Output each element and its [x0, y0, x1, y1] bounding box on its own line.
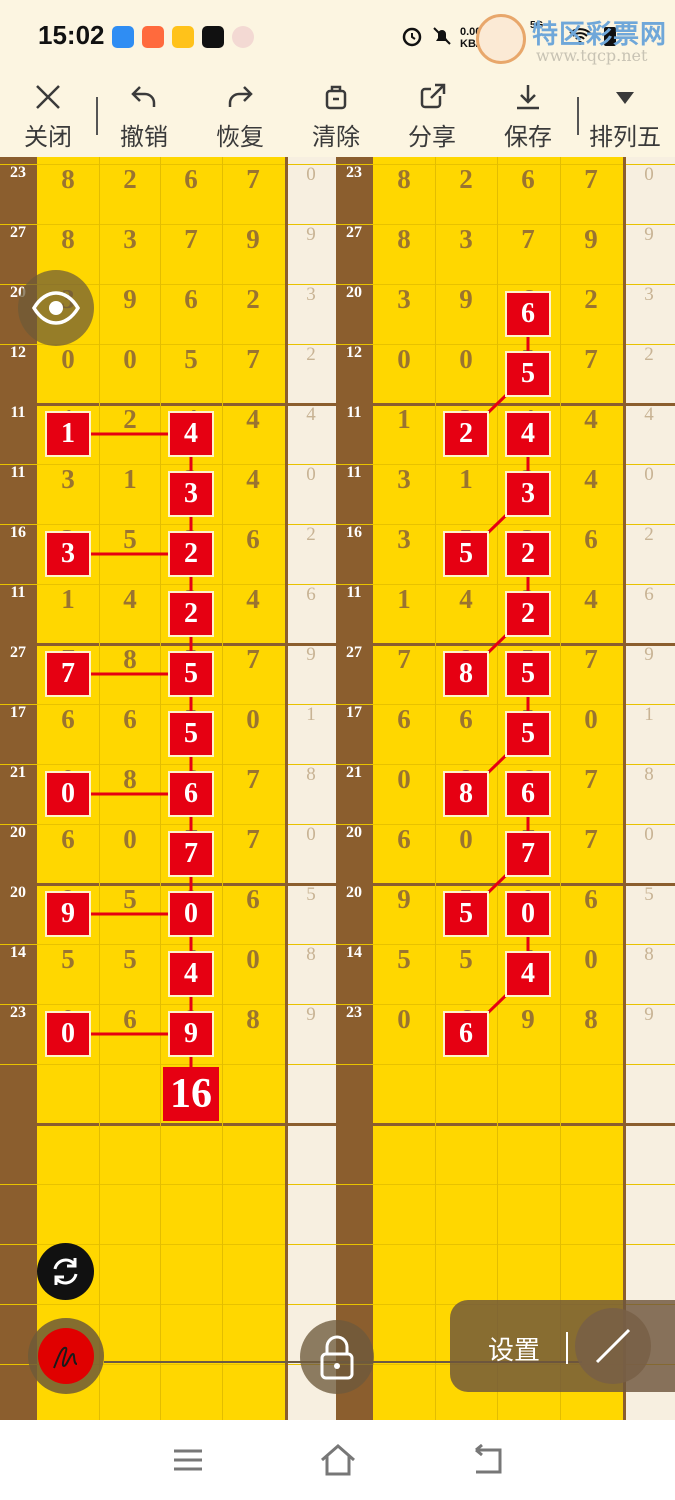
- close-label: 关闭: [24, 123, 72, 151]
- system-nav-bar: [0, 1420, 675, 1500]
- yellow-app-icon: [172, 26, 194, 48]
- left-highlighted-digit: 1: [45, 411, 91, 457]
- eye-icon: [31, 291, 81, 325]
- caret-down-icon: [616, 92, 634, 104]
- right-highlighted-digit: 3: [505, 471, 551, 517]
- watermark: 特区彩票网 www.tqcp.net: [472, 10, 672, 68]
- watermark-logo: [476, 14, 526, 64]
- left-highlighted-digit: 2: [168, 591, 214, 637]
- save-label: 保存: [504, 123, 552, 151]
- pen-button-core: [38, 1328, 94, 1384]
- left-highlighted-digit: 7: [168, 831, 214, 877]
- right-highlighted-digit: 6: [505, 771, 551, 817]
- save-button[interactable]: 保存: [488, 81, 568, 153]
- clear-label: 清除: [312, 123, 360, 151]
- left-highlighted-digit: 4: [168, 411, 214, 457]
- share-label: 分享: [408, 123, 456, 151]
- left-highlighted-digit: 2: [168, 531, 214, 577]
- right-highlighted-digit: 8: [443, 651, 489, 697]
- right-highlighted-digit: 7: [505, 831, 551, 877]
- line-tool-button[interactable]: [575, 1308, 651, 1384]
- alarm-icon: [402, 27, 422, 47]
- left-highlighted-digit: 4: [168, 951, 214, 997]
- left-highlighted-digit: 5: [168, 651, 214, 697]
- status-bar: 15:02 0.00 KB/s 5G 5G 特区彩票网 www.tqcp.net: [0, 0, 675, 75]
- lottery-type-dropdown[interactable]: 排列五: [585, 81, 665, 153]
- right-highlighted-digit: 0: [505, 891, 551, 937]
- link-lines: [68, 314, 530, 1069]
- redo-icon: [228, 86, 253, 107]
- left-highlighted-digit: 0: [168, 891, 214, 937]
- refresh-button[interactable]: [37, 1243, 94, 1300]
- right-highlighted-digit: 2: [505, 591, 551, 637]
- left-highlighted-digit: 0: [45, 771, 91, 817]
- refresh-icon: [53, 1258, 78, 1285]
- right-highlighted-digit: 6: [505, 291, 551, 337]
- left-highlighted-digit: 9: [168, 1011, 214, 1057]
- undo-label: 撤销: [120, 123, 168, 151]
- share-icon: [420, 83, 446, 109]
- right-highlighted-digit: 5: [505, 711, 551, 757]
- right-highlighted-digit: 5: [505, 351, 551, 397]
- left-highlighted-digit: 7: [45, 651, 91, 697]
- left-highlighted-digit: 3: [45, 531, 91, 577]
- bell-off-icon: [433, 27, 451, 45]
- right-highlighted-digit: 2: [443, 411, 489, 457]
- right-highlighted-digit: 6: [443, 1011, 489, 1057]
- sum-badge: 16: [163, 1067, 219, 1121]
- undo-icon: [131, 86, 156, 107]
- left-highlighted-digit: 9: [45, 891, 91, 937]
- download-icon: [517, 85, 539, 110]
- back-icon[interactable]: [468, 1442, 508, 1478]
- right-highlighted-digit: 4: [505, 951, 551, 997]
- eye-toggle-button[interactable]: [18, 270, 94, 346]
- right-highlighted-digit: 5: [443, 891, 489, 937]
- clear-button[interactable]: 清除: [296, 81, 376, 153]
- redo-label: 恢复: [216, 123, 264, 151]
- settings-label[interactable]: 设置: [488, 1330, 540, 1367]
- toolbar-divider: [577, 97, 579, 135]
- lock-icon: [320, 1335, 354, 1380]
- trend-board[interactable]: 2382670238267027837992783799203962320396…: [0, 157, 675, 1425]
- right-highlighted-digit: 5: [505, 651, 551, 697]
- right-highlighted-digit: 4: [505, 411, 551, 457]
- avatar-app-icon: [232, 26, 254, 48]
- share-button[interactable]: 分享: [392, 81, 472, 153]
- lottery-type-label: 排列五: [589, 123, 661, 151]
- left-highlighted-digit: 0: [45, 1011, 91, 1057]
- close-button[interactable]: 关闭: [8, 81, 88, 153]
- pen-button[interactable]: [28, 1318, 104, 1394]
- status-time: 15:02: [38, 20, 105, 50]
- left-highlighted-digit: 3: [168, 471, 214, 517]
- settings-divider: [566, 1332, 568, 1364]
- right-highlighted-digit: 8: [443, 771, 489, 817]
- undo-button[interactable]: 撤销: [104, 81, 184, 153]
- trash-icon: [325, 85, 347, 110]
- line-tool-icon: [595, 1328, 631, 1364]
- right-highlighted-digit: 5: [443, 531, 489, 577]
- pen-icon: [53, 1346, 78, 1369]
- watermark-url: www.tqcp.net: [536, 46, 648, 65]
- tiktok-icon: [202, 26, 224, 48]
- menu-icon[interactable]: [170, 1445, 206, 1475]
- redo-button[interactable]: 恢复: [200, 81, 280, 153]
- left-highlighted-digit: 6: [168, 771, 214, 817]
- toolbar-divider: [96, 97, 98, 135]
- left-highlighted-digit: 5: [168, 711, 214, 757]
- right-highlighted-digit: 2: [505, 531, 551, 577]
- video-app-icon: [142, 26, 164, 48]
- home-icon[interactable]: [318, 1442, 358, 1478]
- lock-button[interactable]: [300, 1320, 374, 1394]
- toolbar: 关闭 撤销 恢复 清除 分享 保存 排列五: [0, 75, 675, 157]
- cloud-app-icon: [112, 26, 134, 48]
- close-icon: [36, 85, 60, 109]
